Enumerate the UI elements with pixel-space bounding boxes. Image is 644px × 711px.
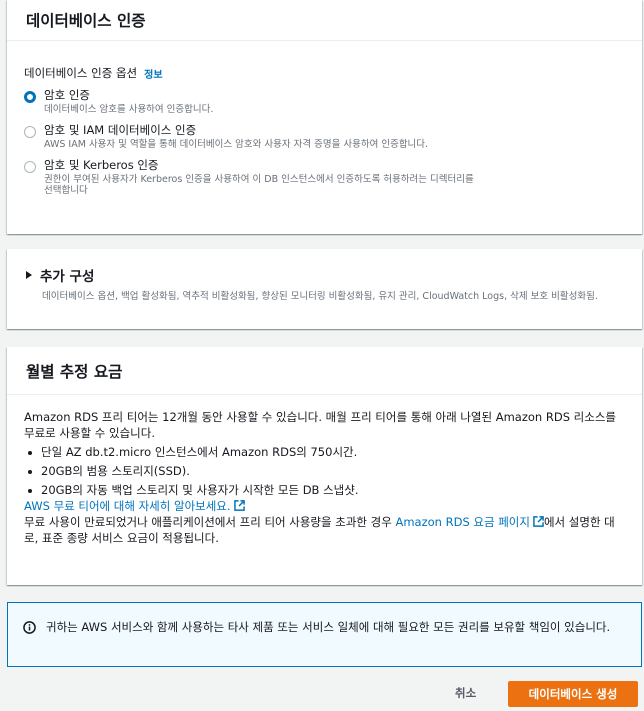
free-tier-list: 단일 AZ db.t2.micro 인스턴스에서 Amazon RDS의 750… — [24, 444, 626, 498]
rds-pricing-link[interactable]: Amazon RDS 요금 페이지 — [395, 515, 530, 529]
auth-panel-header: 데이터베이스 인증 — [7, 0, 642, 41]
info-alert: 귀하는 AWS 서비스와 함께 사용하는 타사 제품 또는 서비스 일체에 대해… — [7, 602, 642, 667]
info-alert-text: 귀하는 AWS 서비스와 함께 사용하는 타사 제품 또는 서비스 일체에 대해… — [46, 620, 611, 634]
database-auth-panel: 데이터베이스 인증 데이터베이스 인증 옵션 정보 암호 인증 데이터베이스 암… — [7, 0, 642, 234]
radio-option-password-iam[interactable]: 암호 및 IAM 데이터베이스 인증 AWS IAM 사용자 및 역할을 통해 … — [24, 123, 642, 150]
pricing-panel-header: 월별 추정 요금 — [7, 347, 642, 395]
pricing-intro: Amazon RDS 프리 티어는 12개월 동안 사용할 수 있습니다. 매월… — [24, 410, 616, 440]
radio-desc-password-kerberos: 권한이 부여된 사용자가 Kerberos 인증을 사용하여 이 DB 인스턴스… — [44, 174, 474, 196]
radio-desc-password-iam: AWS IAM 사용자 및 역할을 통해 데이터베이스 암호와 사용자 자격 증… — [44, 139, 429, 150]
charge-note-before: 무료 사용이 만료되었거나 애플리케이션에서 프리 티어 사용량을 초과한 경우 — [24, 515, 396, 529]
list-item: 20GB의 범용 스토리지(SSD). — [24, 463, 626, 479]
list-item: 20GB의 자동 백업 스토리지 및 사용자가 시작한 모든 DB 스냅샷. — [24, 482, 626, 498]
radio-option-password[interactable]: 암호 인증 데이터베이스 암호를 사용하여 인증합니다. — [24, 88, 642, 115]
radio-button-password-kerberos[interactable] — [24, 161, 36, 173]
learn-more-row: AWS 무료 티어에 대해 자세히 알아보세요. — [24, 498, 626, 514]
monthly-cost-panel: 월별 추정 요금 Amazon RDS 프리 티어는 12개월 동안 사용할 수… — [7, 347, 642, 585]
radio-button-password[interactable] — [24, 91, 36, 103]
auth-info-link[interactable]: 정보 — [144, 66, 162, 81]
auth-panel-title: 데이터베이스 인증 — [26, 12, 146, 30]
radio-desc-password: 데이터베이스 암호를 사용하여 인증합니다. — [44, 104, 214, 115]
additional-config-panel: 추가 구성 데이터베이스 옵션, 백업 활성화됨, 역추적 비활성화됨, 향상된… — [7, 249, 642, 329]
list-item: 단일 AZ db.t2.micro 인스턴스에서 Amazon RDS의 750… — [24, 444, 626, 460]
auth-options-label: 데이터베이스 인증 옵션 정보 — [24, 65, 642, 81]
cancel-button[interactable]: 취소 — [449, 683, 482, 703]
radio-option-password-kerberos[interactable]: 암호 및 Kerberos 인증 권한이 부여된 사용자가 Kerberos 인… — [24, 158, 642, 196]
free-tier-learn-link[interactable]: AWS 무료 티어에 대해 자세히 알아보세요. — [24, 499, 231, 513]
additional-config-title[interactable]: 추가 구성 — [40, 265, 94, 285]
external-link-icon[interactable] — [533, 516, 544, 527]
additional-config-toggle[interactable]: 추가 구성 — [7, 249, 642, 285]
auth-options-label-text: 데이터베이스 인증 옵션 — [24, 66, 138, 80]
charge-note: 무료 사용이 만료되었거나 애플리케이션에서 프리 티어 사용량을 초과한 경우… — [24, 514, 626, 546]
radio-button-password-iam[interactable] — [24, 126, 36, 138]
info-icon — [23, 621, 36, 634]
pricing-panel-title: 월별 추정 요금 — [26, 362, 123, 381]
caret-right-icon[interactable] — [26, 271, 32, 279]
radio-label-password: 암호 인증 — [44, 88, 90, 102]
radio-label-password-iam: 암호 및 IAM 데이터베이스 인증 — [44, 123, 197, 137]
radio-label-password-kerberos: 암호 및 Kerberos 인증 — [44, 158, 159, 172]
additional-config-desc: 데이터베이스 옵션, 백업 활성화됨, 역추적 비활성화됨, 향상된 모니터링 … — [42, 291, 598, 302]
external-link-icon[interactable] — [233, 500, 245, 511]
create-database-button[interactable]: 데이터베이스 생성 — [508, 681, 638, 707]
